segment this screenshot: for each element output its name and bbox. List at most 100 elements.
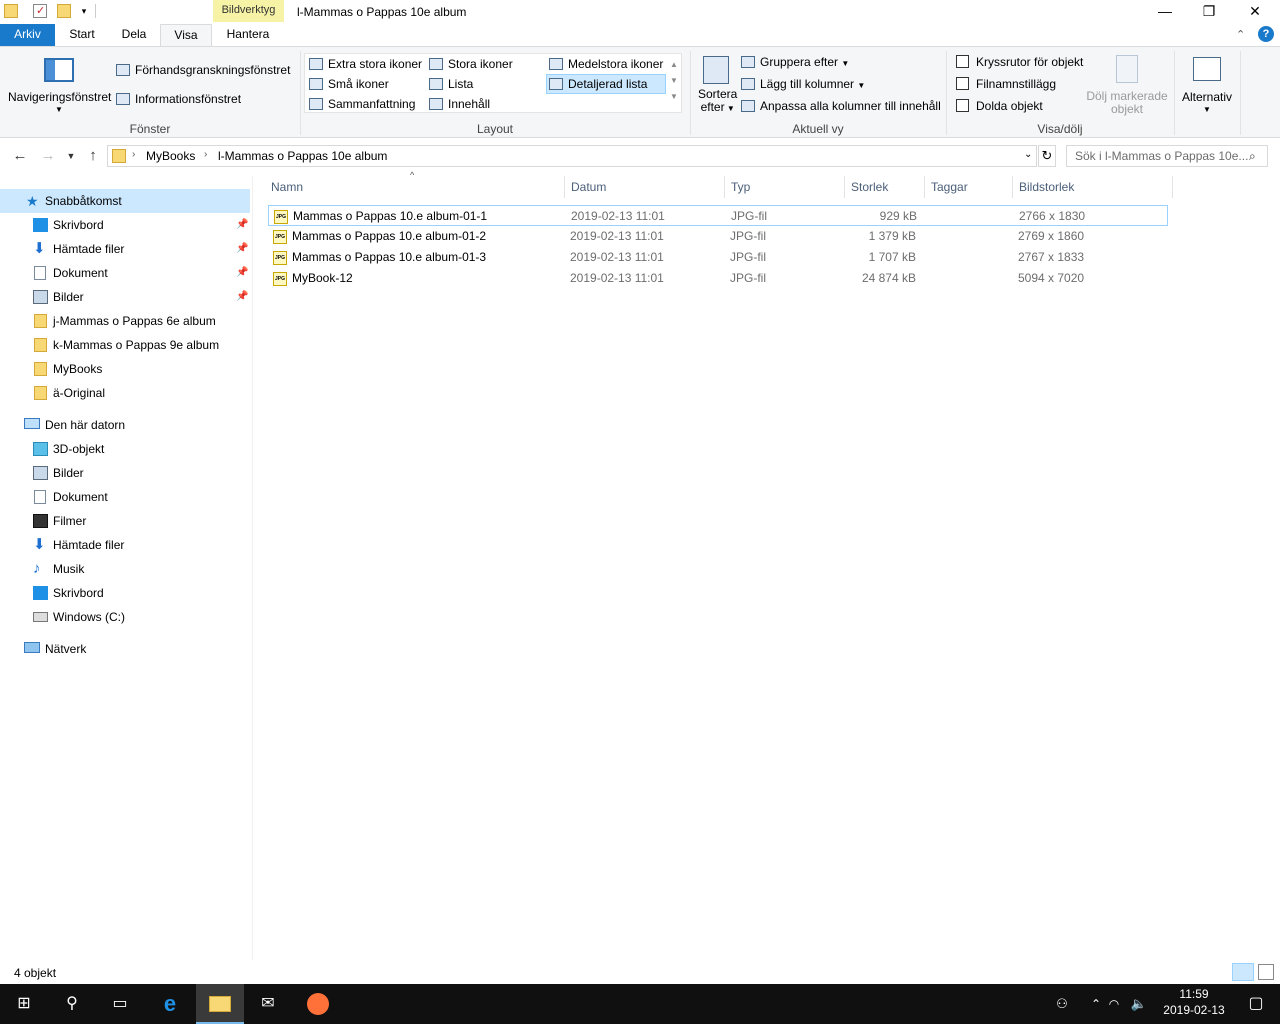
pin-icon[interactable]: 📌	[236, 285, 248, 309]
layout-small-icons[interactable]: Små ikoner	[309, 75, 389, 93]
up-arrow-icon[interactable]: ↑	[84, 144, 102, 168]
layout-item-label: Stora ikoner	[448, 57, 513, 71]
clock-time: 11:59	[1179, 987, 1209, 1001]
gallery-scroll[interactable]: ▲ ▼ ▼	[670, 57, 678, 105]
new-folder-icon[interactable]	[57, 4, 71, 18]
tab-start[interactable]: Start	[58, 24, 106, 46]
sidebar-item-quick-access[interactable]: ★ Snabbåtkomst	[0, 189, 250, 213]
layout-tiles[interactable]: Sammanfattning	[309, 95, 415, 113]
pin-icon[interactable]: 📌	[236, 237, 248, 261]
breadcrumb-mybooks[interactable]: MyBooks	[146, 149, 195, 163]
sidebar-item-documents[interactable]: Dokument 📌	[0, 261, 250, 285]
large-icons-view-icon[interactable]	[1258, 964, 1274, 980]
layout-medium-icons[interactable]: Medelstora ikoner	[549, 55, 663, 73]
navigation-pane-icon[interactable]	[44, 58, 74, 82]
sidebar-item-folder-j[interactable]: j-Mammas o Pappas 6e album	[0, 309, 250, 333]
address-bar[interactable]: › MyBooks › l-Mammas o Pappas 10e album …	[107, 145, 1037, 167]
sidebar-item-label: Den här datorn	[45, 418, 126, 432]
tab-arkiv[interactable]: Arkiv	[0, 24, 55, 46]
group-by-button[interactable]: Gruppera efter ▼	[741, 53, 849, 71]
refresh-icon[interactable]: ↻	[1038, 145, 1056, 167]
sidebar-item-folder-k[interactable]: k-Mammas o Pappas 9e album	[0, 333, 250, 357]
help-icon[interactable]: ?	[1258, 26, 1274, 42]
task-view-icon[interactable]: ▭	[96, 984, 144, 1024]
checkbox[interactable]	[956, 77, 969, 90]
breadcrumb-current[interactable]: l-Mammas o Pappas 10e album	[218, 149, 387, 163]
add-columns-button[interactable]: Lägg till kolumner ▼	[741, 75, 865, 93]
column-header-dimensions[interactable]: Bildstorlek	[1013, 176, 1173, 198]
file-row[interactable]: JPG MyBook-12 2019-02-13 11:01 JPG-fil 2…	[268, 268, 1168, 289]
pin-icon[interactable]: 📌	[236, 261, 248, 285]
minimize-button[interactable]: —	[1142, 0, 1188, 24]
mail-icon[interactable]: ✉	[244, 984, 292, 1024]
checkbox[interactable]	[956, 55, 969, 68]
speaker-icon[interactable]: 🔈	[1126, 984, 1152, 1024]
hide-selected-button[interactable]: Dölj markerade objekt	[1086, 90, 1168, 116]
column-header-name[interactable]: Namn	[265, 176, 565, 198]
maximize-button[interactable]: ❐	[1186, 0, 1232, 24]
sidebar-item-windows-c[interactable]: Windows (C:)	[0, 605, 250, 629]
options-icon[interactable]	[1193, 57, 1221, 81]
file-row[interactable]: JPG Mammas o Pappas 10.e album-01-1 2019…	[268, 205, 1168, 226]
navigation-pane-button[interactable]: Navigeringsfönstret	[8, 88, 111, 106]
sidebar-item-music[interactable]: ♪ Musik	[0, 557, 250, 581]
search-input[interactable]: Sök i l-Mammas o Pappas 10e... ⌕	[1066, 145, 1268, 167]
sort-by-icon[interactable]	[703, 56, 729, 84]
tab-visa[interactable]: Visa	[160, 24, 212, 47]
checkbox-hidden-items[interactable]: Dolda objekt	[956, 97, 1043, 115]
close-button[interactable]: ✕	[1232, 0, 1278, 24]
sidebar-item-pc-downloads[interactable]: ⬇ Hämtade filer	[0, 533, 250, 557]
checkbox[interactable]	[956, 99, 969, 112]
sidebar-item-pc-desktop[interactable]: Skrivbord	[0, 581, 250, 605]
checkbox-file-extensions[interactable]: Filnamnstillägg	[956, 75, 1056, 93]
sidebar-item-3d-objects[interactable]: 3D-objekt	[0, 437, 250, 461]
search-icon[interactable]: ⚲	[48, 984, 96, 1024]
firefox-icon[interactable]	[294, 984, 342, 1024]
details-pane-button[interactable]: Informationsfönstret	[116, 90, 241, 108]
preview-pane-button[interactable]: Förhandsgranskningsfönstret	[116, 61, 290, 79]
sidebar-item-pc-pictures[interactable]: Bilder	[0, 461, 250, 485]
properties-icon[interactable]: ✓	[33, 4, 47, 18]
sidebar-item-desktop[interactable]: Skrivbord 📌	[0, 213, 250, 237]
notification-icon[interactable]: ▢	[1232, 984, 1280, 1024]
column-header-type[interactable]: Typ	[725, 176, 845, 198]
file-row[interactable]: JPG Mammas o Pappas 10.e album-01-3 2019…	[268, 247, 1168, 268]
sidebar-item-network[interactable]: Nätverk	[0, 637, 250, 661]
network-icon[interactable]: ◠	[1102, 984, 1126, 1024]
file-row[interactable]: JPG Mammas o Pappas 10.e album-01-2 2019…	[268, 226, 1168, 247]
system-clock[interactable]: 11:59 2019-02-13	[1156, 986, 1232, 1018]
customize-quick-access-icon[interactable]: ▾	[77, 4, 91, 18]
recent-locations-icon[interactable]: ▼	[64, 144, 78, 168]
file-explorer-icon[interactable]	[196, 984, 244, 1024]
tab-dela[interactable]: Dela	[110, 24, 158, 46]
search-icon[interactable]: ⌕	[1249, 146, 1256, 166]
edge-browser-icon[interactable]: e	[146, 984, 194, 1024]
column-header-size[interactable]: Storlek	[845, 176, 925, 198]
layout-content[interactable]: Innehåll	[429, 95, 490, 113]
pin-icon[interactable]: 📌	[236, 213, 248, 237]
back-arrow-icon[interactable]: ←	[10, 144, 30, 168]
windows-start-icon[interactable]: ⊞	[0, 984, 48, 1024]
tab-hantera[interactable]: Hantera	[214, 24, 282, 46]
details-view-icon[interactable]	[1232, 963, 1254, 981]
sidebar-item-pictures[interactable]: Bilder 📌	[0, 285, 250, 309]
forward-arrow-icon[interactable]: →	[38, 144, 58, 168]
sidebar-item-original[interactable]: ä-Original	[0, 381, 250, 405]
collapse-ribbon-icon[interactable]: ⌃	[1236, 28, 1245, 41]
checkbox-item-checkboxes[interactable]: Kryssrutor för objekt	[956, 53, 1083, 71]
column-header-date[interactable]: Datum	[565, 176, 725, 198]
options-button[interactable]: Alternativ	[1182, 88, 1232, 106]
layout-list[interactable]: Lista	[429, 75, 473, 93]
layout-details-selected[interactable]: Detaljerad lista	[546, 74, 666, 94]
fit-columns-button[interactable]: Anpassa alla kolumner till innehåll	[741, 97, 941, 115]
sidebar-item-videos[interactable]: Filmer	[0, 509, 250, 533]
chevron-down-icon[interactable]: ⌄	[1024, 149, 1032, 160]
sidebar-item-mybooks[interactable]: MyBooks	[0, 357, 250, 381]
column-header-tags[interactable]: Taggar	[925, 176, 1013, 198]
sidebar-item-pc-documents[interactable]: Dokument	[0, 485, 250, 509]
sidebar-item-this-pc[interactable]: Den här datorn	[0, 413, 250, 437]
layout-extra-large-icons[interactable]: Extra stora ikoner	[309, 55, 422, 73]
layout-large-icons[interactable]: Stora ikoner	[429, 55, 513, 73]
sort-by-button[interactable]: Sortera efter ▼	[698, 88, 737, 118]
sidebar-item-downloads[interactable]: ⬇ Hämtade filer 📌	[0, 237, 250, 261]
